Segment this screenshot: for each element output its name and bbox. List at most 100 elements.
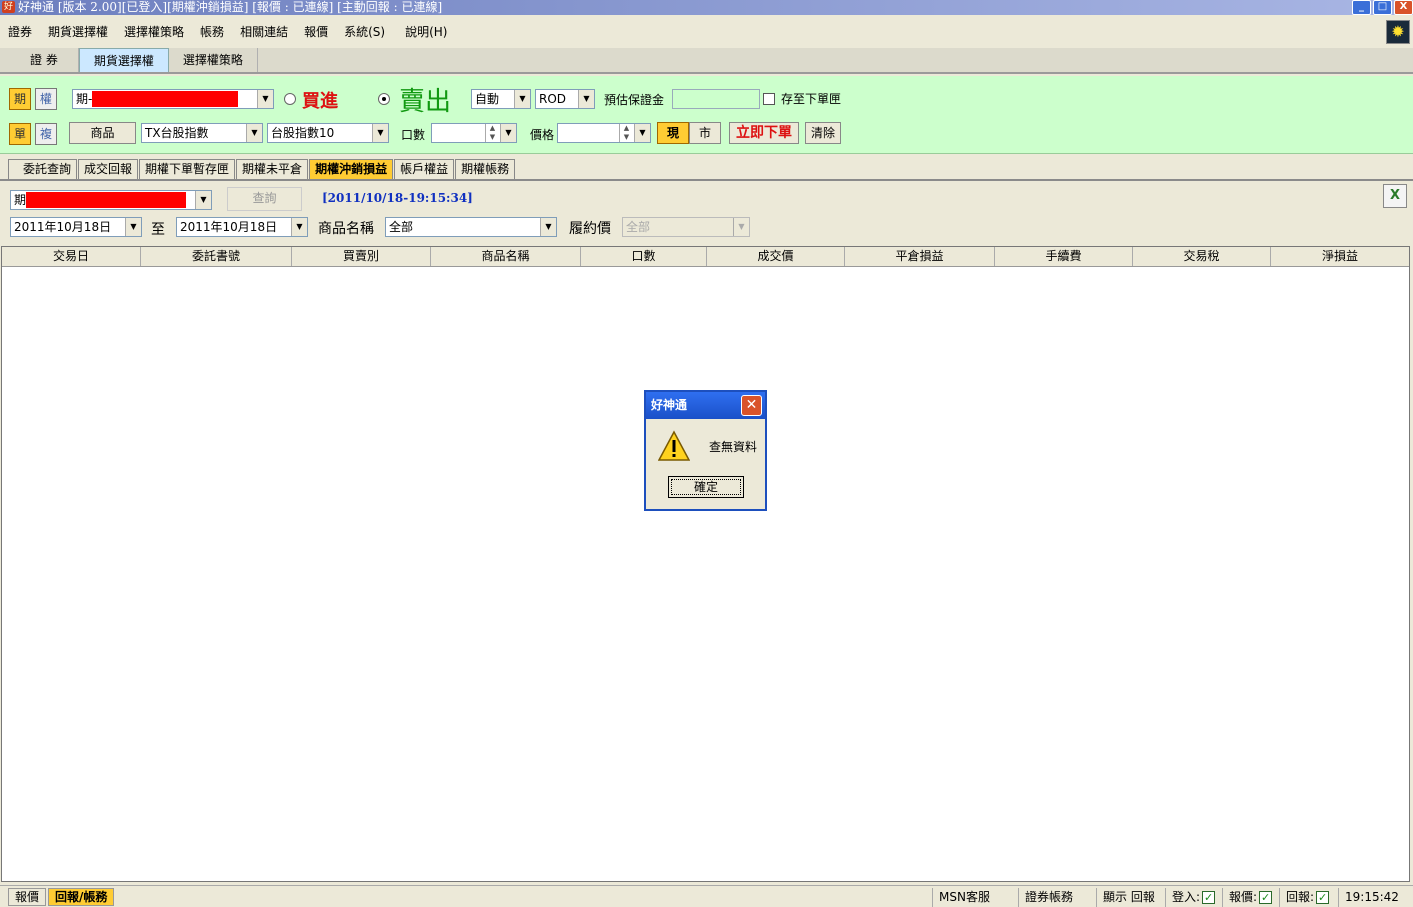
chevron-down-icon[interactable]: ▼ (578, 90, 594, 108)
tab-open-positions[interactable]: 期權未平倉 (236, 159, 309, 179)
login-check-icon: ✓ (1202, 891, 1216, 904)
securities-account-button[interactable]: 證券帳務 (1018, 888, 1079, 907)
query-timestamp: [2011/10/18-19:15:34] (322, 191, 473, 205)
buy-radio[interactable] (284, 93, 296, 105)
menu-links[interactable]: 相關連結 (232, 17, 296, 47)
market-price-button[interactable]: 市 (689, 122, 721, 144)
order-entry-panel: 期 權 期- ▼ 買進 賣出 自動 ▼ ROD ▼ 預估保證金 存至下單匣 單 … (0, 76, 1413, 154)
col-close-pnl[interactable]: 平倉損益 (845, 247, 995, 266)
tab-option-accounting[interactable]: 期權帳務 (455, 159, 516, 179)
limit-price-button[interactable]: 現 (657, 122, 689, 144)
price-label: 價格 (530, 128, 555, 142)
chevron-down-icon[interactable]: ▼ (195, 191, 211, 209)
minimize-button[interactable]: _ (1352, 0, 1371, 15)
clear-button[interactable]: 清除 (805, 122, 841, 144)
menu-option-strategy[interactable]: 選擇權策略 (116, 17, 192, 47)
date-to-picker[interactable]: 2011年10月18日 ▼ (176, 217, 308, 237)
dialog-close-icon[interactable]: ✕ (741, 395, 762, 416)
sub-tab-strip: 委託查詢 成交回報 期權下單暫存匣 期權未平倉 期權沖銷損益 帳戶權益 期權帳務 (0, 157, 1413, 181)
tab-order-query[interactable]: 委託查詢 (8, 159, 78, 179)
show-report-button[interactable]: 顯示 回報 (1096, 888, 1161, 907)
col-product-name[interactable]: 商品名稱 (431, 247, 581, 266)
tab-futures-options[interactable]: 期貨選擇權 (78, 48, 169, 72)
contract-select[interactable]: 台股指數10 ▼ (267, 123, 389, 143)
export-excel-icon[interactable]: X (1383, 184, 1407, 208)
chevron-down-icon[interactable]: ▼ (540, 218, 556, 236)
product-name-select[interactable]: 全部 ▼ (385, 217, 557, 237)
tab-securities[interactable]: 證 券 (10, 48, 79, 72)
col-side[interactable]: 買賣別 (292, 247, 431, 266)
strike-select[interactable]: 全部 ▼ (622, 217, 750, 237)
tab-option-strategy[interactable]: 選擇權策略 (169, 48, 258, 72)
options-mode-button[interactable]: 權 (35, 88, 57, 110)
rod-select[interactable]: ROD ▼ (535, 89, 595, 109)
col-trade-date[interactable]: 交易日 (2, 247, 141, 266)
sell-radio[interactable] (378, 93, 390, 105)
chevron-down-icon[interactable]: ▼ (733, 218, 749, 236)
chevron-down-icon[interactable]: ▼ (246, 124, 262, 142)
menu-quote[interactable]: 報價 (296, 17, 336, 47)
spinner-icon[interactable]: ▲ ▼ (619, 124, 633, 142)
tab-offset-pnl[interactable]: 期權沖銷損益 (309, 159, 394, 179)
col-tax[interactable]: 交易稅 (1133, 247, 1271, 266)
tab-trade-report[interactable]: 成交回報 (78, 159, 139, 179)
query-account-select[interactable]: 期 ▼ (10, 190, 212, 210)
product-select[interactable]: TX台股指數 ▼ (141, 123, 263, 143)
account-select[interactable]: 期- ▼ (72, 89, 274, 109)
query-panel: 期 ▼ 查詢 [2011/10/18-19:15:34] X 2011年10月1… (0, 181, 1413, 245)
duplicate-order-button[interactable]: 複 (35, 123, 57, 145)
close-button[interactable]: X (1394, 0, 1413, 15)
futures-mode-button[interactable]: 期 (9, 88, 31, 110)
dialog-ok-button[interactable]: 確定 (668, 476, 744, 498)
tab-account-equity[interactable]: 帳戶權益 (394, 159, 455, 179)
col-net-pnl[interactable]: 淨損益 (1271, 247, 1409, 266)
tab-order-box[interactable]: 期權下單暫存匣 (139, 159, 236, 179)
margin-field (672, 89, 760, 109)
date-from-picker[interactable]: 2011年10月18日 ▼ (10, 217, 142, 237)
product-button[interactable]: 商品 (69, 122, 136, 144)
chevron-down-icon[interactable]: ▼ (125, 218, 141, 236)
chevron-down-icon[interactable]: ▼ (257, 90, 273, 108)
status-tab-report[interactable]: 回報/帳務 (48, 888, 115, 906)
auto-select[interactable]: 自動 ▼ (471, 89, 531, 109)
col-order-no[interactable]: 委託書號 (141, 247, 292, 266)
query-button[interactable]: 查詢 (227, 187, 302, 211)
lightbulb-icon[interactable]: ✹ (1386, 20, 1410, 44)
rod-select-value: ROD (539, 92, 567, 106)
spinner-icon[interactable]: ▲ ▼ (485, 124, 499, 142)
dialog-message: 查無資料 (709, 440, 758, 454)
maximize-button[interactable]: □ (1373, 0, 1392, 15)
report-label: 回報: (1286, 890, 1315, 904)
chevron-down-icon[interactable]: ▼ (500, 124, 516, 142)
col-fee[interactable]: 手續費 (995, 247, 1133, 266)
message-dialog: 好神通 ✕ 查無資料 確定 (644, 390, 767, 511)
quote-status: 報價: ✓ (1222, 888, 1278, 907)
chevron-down-icon[interactable]: ▼ (372, 124, 388, 142)
price-input[interactable]: ▲ ▼ ▼ (557, 123, 651, 143)
col-fill-price[interactable]: 成交價 (707, 247, 845, 266)
account-redacted (92, 90, 239, 107)
msn-support-button[interactable]: MSN客服 (932, 888, 996, 907)
product-name-label: 商品名稱 (318, 221, 374, 237)
product-name-value: 全部 (389, 220, 414, 234)
status-tab-quote[interactable]: 報價 (8, 888, 47, 906)
menu-futures-options[interactable]: 期貨選擇權 (40, 17, 116, 47)
save-to-box-checkbox[interactable] (763, 93, 775, 105)
margin-label: 預估保證金 (604, 93, 665, 107)
chevron-down-icon[interactable]: ▼ (291, 218, 307, 236)
account-prefix: 期- (76, 92, 93, 106)
qty-input[interactable]: ▲ ▼ ▼ (431, 123, 517, 143)
product-select-value: TX台股指數 (145, 126, 209, 140)
submit-order-button[interactable]: 立即下單 (729, 122, 799, 144)
window-title: 好神通 [版本 2.00][已登入][期權沖銷損益] [報價 : 已連線] [主… (18, 0, 443, 14)
menu-system[interactable]: 系統(S) (336, 17, 393, 47)
menu-help[interactable]: 說明(H) (397, 17, 455, 47)
menu-accounting[interactable]: 帳務 (192, 17, 232, 47)
menu-bar: 證券 期貨選擇權 選擇權策略 帳務 相關連結 報價 系統(S) 說明(H) (0, 17, 1413, 47)
chevron-down-icon[interactable]: ▼ (634, 124, 650, 142)
auto-select-value: 自動 (475, 92, 500, 106)
col-qty[interactable]: 口數 (581, 247, 707, 266)
menu-securities[interactable]: 證券 (0, 17, 40, 47)
chevron-down-icon[interactable]: ▼ (514, 90, 530, 108)
single-order-button[interactable]: 單 (9, 123, 31, 145)
